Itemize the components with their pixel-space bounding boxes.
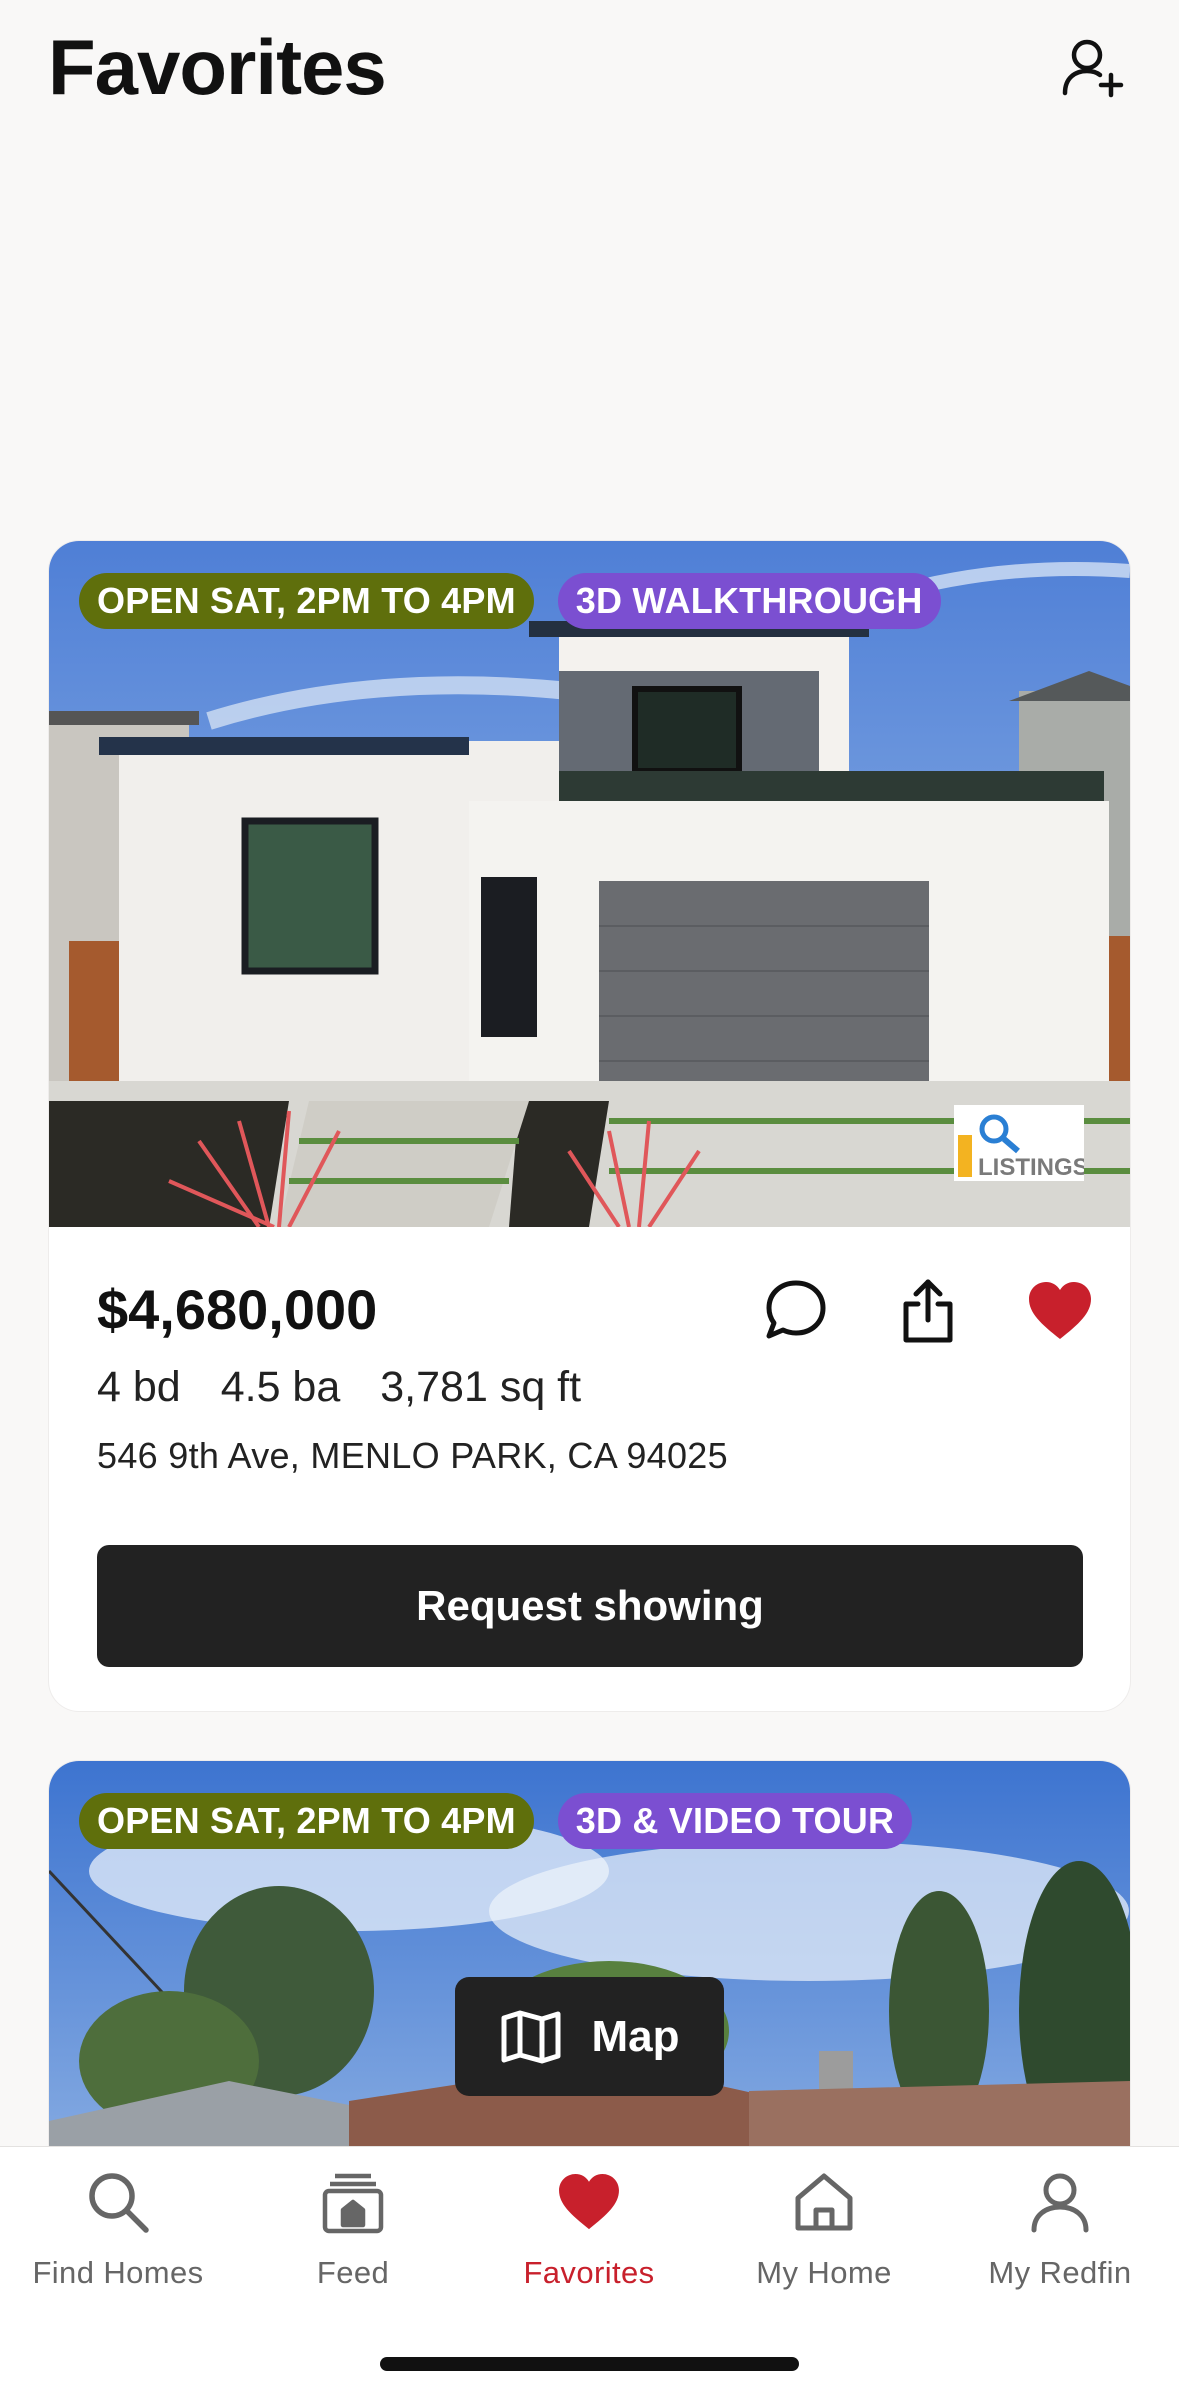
favorite-button[interactable] (1020, 1271, 1100, 1351)
listing-actions (756, 1271, 1100, 1351)
listing-badges: OPEN SAT, 2PM TO 4PM 3D & VIDEO TOUR (79, 1793, 913, 1849)
open-house-badge: OPEN SAT, 2PM TO 4PM (79, 1793, 534, 1849)
tab-my-home[interactable]: My Home (706, 2167, 942, 2317)
baths: 4.5 ba (220, 1363, 341, 1411)
video-tour-badge[interactable]: 3D & VIDEO TOUR (557, 1793, 913, 1849)
house-icon (795, 2173, 853, 2231)
listing-address: 546 9th Ave, MENLO PARK, CA 94025 (97, 1435, 728, 1476)
tab-feed[interactable]: Feed (235, 2167, 471, 2317)
map-button[interactable]: Map (455, 1977, 724, 2096)
beds: 4 bd (97, 1363, 181, 1411)
tab-label: My Home (756, 2255, 892, 2290)
listing-card[interactable]: LISTINGS OPEN SAT, 2PM TO 4PM 3D WALKTHR… (49, 541, 1130, 1711)
add-user-button[interactable] (1056, 30, 1130, 104)
tab-label: Find Homes (32, 2255, 204, 2290)
tab-my-redfin[interactable]: My Redfin (942, 2167, 1178, 2317)
feed-icon (322, 2173, 384, 2234)
page-title: Favorites (48, 23, 387, 111)
tab-label: Feed (316, 2255, 390, 2290)
heart-filled-icon (1029, 1282, 1091, 1339)
share-button[interactable] (888, 1271, 968, 1351)
comment-icon (766, 1280, 826, 1339)
share-icon (903, 1279, 953, 1343)
listing-photo[interactable]: LISTINGS OPEN SAT, 2PM TO 4PM 3D WALKTHR… (49, 541, 1130, 1227)
tab-favorites[interactable]: Favorites (471, 2167, 707, 2317)
search-icon (89, 2173, 149, 2233)
request-showing-button[interactable]: Request showing (97, 1545, 1083, 1667)
tab-label: My Redfin (988, 2255, 1132, 2290)
walkthrough-badge[interactable]: 3D WALKTHROUGH (557, 573, 941, 629)
listing-badges: OPEN SAT, 2PM TO 4PM 3D WALKTHROUGH (79, 573, 941, 629)
tab-bar: Find Homes Feed Favorites My Home My Red… (0, 2146, 1179, 2396)
user-icon (1031, 2173, 1089, 2233)
tab-label: Favorites (523, 2255, 655, 2290)
open-house-badge: OPEN SAT, 2PM TO 4PM (79, 573, 534, 629)
person-plus-icon (1062, 39, 1124, 98)
header: Favorites (0, 0, 1179, 140)
listing-stats: 4 bd 4.5 ba 3,781 sq ft (97, 1363, 581, 1412)
mls-listings-logo: LISTINGS (954, 1105, 1089, 1181)
comment-button[interactable] (756, 1271, 836, 1351)
square-feet: 3,781 sq ft (380, 1363, 582, 1411)
svg-text:LISTINGS: LISTINGS (978, 1154, 1084, 1181)
heart-icon (559, 2173, 619, 2230)
map-icon (501, 2010, 560, 2063)
tab-find-homes[interactable]: Find Homes (0, 2167, 236, 2317)
home-indicator (380, 2357, 799, 2371)
map-button-label: Map (591, 2011, 680, 2061)
listing-price: $4,680,000 (97, 1278, 378, 1341)
